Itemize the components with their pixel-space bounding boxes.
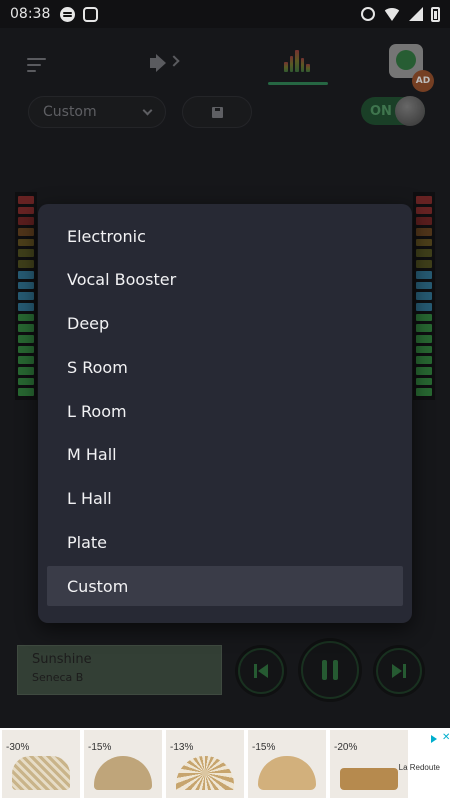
discount-label: -30%: [6, 742, 30, 753]
discount-label: -13%: [170, 742, 194, 753]
preset-dialog: Electronic Vocal Booster Deep S Room L Room M…: [38, 204, 412, 623]
pinwheel-icon: [83, 6, 99, 22]
discount-label: -15%: [252, 742, 276, 753]
alarm-icon: [361, 7, 375, 21]
spotify-icon: [60, 6, 76, 22]
preset-option-custom[interactable]: Custom: [47, 566, 403, 607]
furniture-image: [94, 756, 152, 790]
furniture-image: [12, 756, 70, 790]
battery-icon: [431, 6, 440, 22]
preset-option-m-hall[interactable]: M Hall: [47, 435, 403, 475]
furniture-image: [258, 756, 316, 790]
ad-brand: La Redoute: [398, 763, 440, 772]
preset-option-l-hall[interactable]: L Hall: [47, 479, 403, 519]
discount-label: -20%: [334, 742, 358, 753]
ad-product-tile[interactable]: -15%: [248, 730, 326, 798]
preset-option-vocal-booster[interactable]: Vocal Booster: [47, 260, 403, 300]
ad-product-tile[interactable]: -13%: [166, 730, 244, 798]
preset-option-plate[interactable]: Plate: [47, 523, 403, 563]
furniture-image: [176, 756, 234, 790]
ad-product-tile[interactable]: -30%: [2, 730, 80, 798]
preset-option-s-room[interactable]: S Room: [47, 347, 403, 387]
preset-option-deep[interactable]: Deep: [47, 304, 403, 344]
ad-product-tile[interactable]: -15%: [84, 730, 162, 798]
preset-option-electronic[interactable]: Electronic: [47, 216, 403, 256]
wifi-icon: [383, 7, 401, 21]
ad-choices-icon[interactable]: [428, 732, 442, 746]
furniture-image: [340, 768, 398, 790]
signal-icon: [409, 7, 423, 21]
ad-product-tile[interactable]: -20%: [330, 730, 408, 798]
ad-close-icon[interactable]: ✕: [442, 732, 450, 743]
ad-banner[interactable]: -30% -15% -13% -15% -20% ✕ La Redoute: [0, 728, 450, 800]
preset-option-l-room[interactable]: L Room: [47, 391, 403, 431]
discount-label: -15%: [88, 742, 112, 753]
status-bar: 08:38: [0, 0, 450, 28]
status-time: 08:38: [10, 6, 51, 22]
